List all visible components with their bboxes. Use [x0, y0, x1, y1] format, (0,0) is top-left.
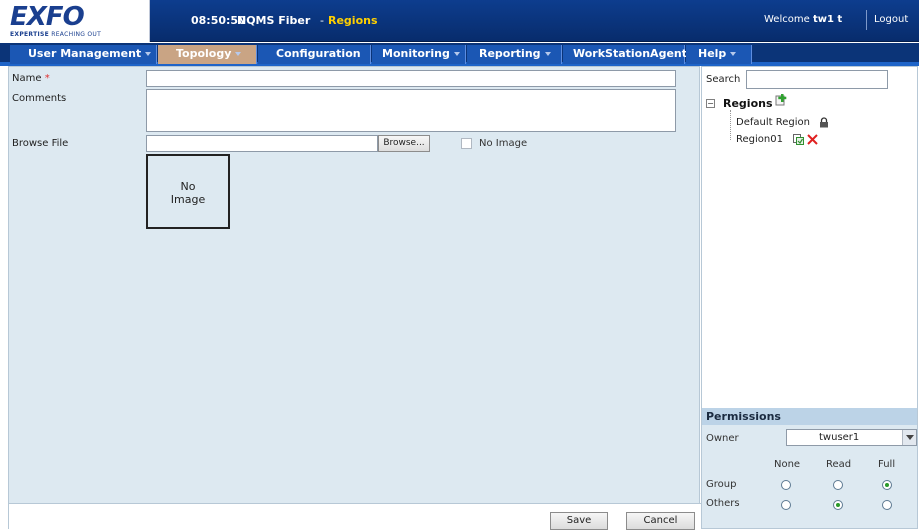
others-label: Others	[706, 498, 740, 509]
browse-file-input[interactable]	[146, 135, 378, 152]
delete-icon[interactable]	[807, 134, 818, 145]
chevron-down-icon	[235, 52, 242, 56]
main-nav: User Management Topology Configuration M…	[0, 43, 919, 74]
lock-icon	[820, 117, 828, 128]
required-mark: *	[44, 73, 50, 84]
save-button[interactable]: Save	[550, 512, 608, 530]
group-full-radio[interactable]	[882, 480, 892, 490]
permissions-header: Permissions	[702, 408, 917, 425]
logout-link[interactable]: Logout	[874, 14, 908, 25]
owner-select-value: twuser1	[819, 432, 860, 443]
cancel-button[interactable]: Cancel	[626, 512, 695, 530]
column-full: Full	[878, 459, 896, 470]
tree-item-default-region[interactable]: Default Region	[736, 117, 810, 128]
header-divider	[866, 10, 867, 30]
chevron-down-icon	[902, 430, 916, 445]
browse-button[interactable]: Browse...	[378, 135, 430, 152]
nav-monitoring[interactable]: Monitoring	[372, 45, 466, 64]
exfo-logo: EXFO EXPERTISE REACHING OUT	[0, 0, 150, 42]
region-form: Name * Comments Browse File Browse... No…	[8, 66, 701, 530]
no-image-label: No Image	[479, 138, 528, 149]
search-label: Search	[706, 74, 741, 85]
group-read-radio[interactable]	[833, 480, 843, 490]
group-none-radio[interactable]	[781, 480, 791, 490]
permissions-panel: Owner twuser1 None Read Full Group Other…	[702, 425, 917, 528]
others-full-radio[interactable]	[882, 500, 892, 510]
others-read-radio[interactable]	[833, 500, 843, 510]
nav-help[interactable]: Help	[686, 45, 752, 64]
image-placeholder-line2: Image	[170, 193, 206, 206]
nav-reporting[interactable]: Reporting	[467, 45, 562, 64]
title-separator: -	[320, 14, 324, 27]
comments-textarea[interactable]	[146, 89, 676, 132]
nav-configuration[interactable]: Configuration	[258, 45, 371, 74]
tree-item-region01[interactable]: Region01	[736, 134, 783, 145]
tree-collapse-toggle[interactable]: −	[706, 99, 715, 108]
nav-user-management[interactable]: User Management	[10, 45, 157, 64]
app-header: EXFO EXPERTISE REACHING OUT 08:50:50 NQM…	[0, 0, 919, 42]
chevron-down-icon	[145, 52, 152, 56]
app-name: NQMS Fiber	[237, 14, 311, 27]
nav-topology[interactable]: Topology	[158, 45, 257, 64]
welcome-text: Welcome tw1 t	[764, 14, 843, 25]
name-label: Name *	[12, 73, 50, 84]
edit-icon[interactable]	[793, 134, 804, 145]
search-input[interactable]	[746, 70, 888, 89]
image-preview: No Image	[146, 154, 230, 229]
add-region-icon[interactable]	[775, 94, 787, 106]
tree-connector	[730, 110, 731, 140]
form-footer: Save Cancel	[9, 503, 701, 530]
nav-workstationagent[interactable]: WorkStationAgent	[563, 45, 687, 64]
group-label: Group	[706, 479, 737, 490]
chevron-down-icon	[544, 52, 551, 56]
owner-select[interactable]: twuser1	[786, 429, 917, 446]
no-image-checkbox[interactable]	[461, 138, 472, 149]
browse-file-label: Browse File	[12, 138, 69, 149]
logo-tagline: EXPERTISE REACHING OUT	[10, 31, 102, 38]
column-read: Read	[826, 459, 852, 470]
column-none: None	[774, 459, 801, 470]
chevron-down-icon	[730, 52, 737, 56]
image-placeholder-line1: No	[180, 180, 196, 193]
regions-sidebar: Search − Regions Default Region Region01…	[701, 66, 918, 529]
chevron-down-icon	[453, 52, 460, 56]
others-none-radio[interactable]	[781, 500, 791, 510]
logo-text: EXFO	[10, 2, 85, 32]
comments-label: Comments	[12, 93, 67, 104]
owner-label: Owner	[706, 433, 739, 444]
tree-root-regions[interactable]: Regions	[723, 97, 773, 110]
name-input[interactable]	[146, 70, 676, 87]
page-title: Regions	[328, 14, 378, 27]
user-name: tw1 t	[812, 14, 843, 25]
